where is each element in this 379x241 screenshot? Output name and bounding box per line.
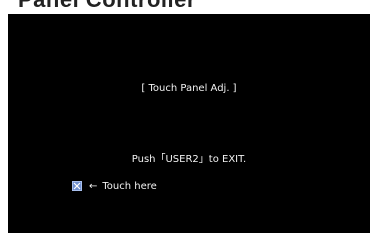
exit-instruction: Push「USER2」to EXIT.: [131, 154, 247, 165]
page-heading-clipped: Panel Controller: [18, 0, 196, 13]
touch-calibration-row: ← Touch here: [72, 180, 157, 192]
touch-here-label: Touch here: [102, 180, 157, 192]
x-box-icon[interactable]: [72, 181, 82, 191]
touch-panel-screen: [ Touch Panel Adj. ] Push「USER2」to EXIT.…: [8, 14, 370, 233]
panel-title: [ Touch Panel Adj. ]: [141, 83, 237, 94]
page: Panel Controller [ Touch Panel Adj. ] Pu…: [0, 0, 379, 241]
left-arrow-icon: ←: [89, 180, 98, 192]
